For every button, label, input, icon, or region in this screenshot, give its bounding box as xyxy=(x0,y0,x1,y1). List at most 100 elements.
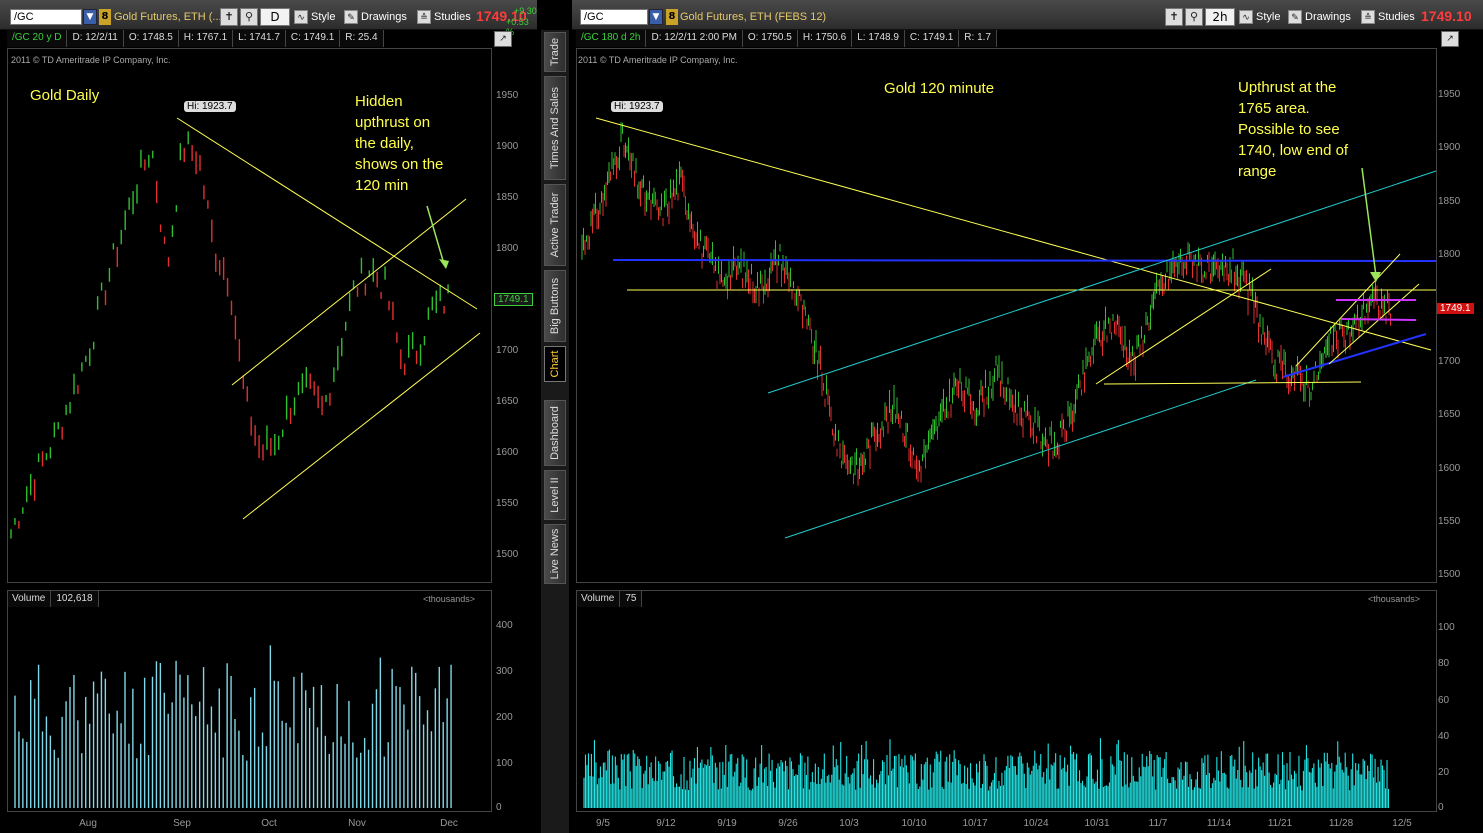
symbol-dropdown-icon[interactable]: ▼ xyxy=(649,9,663,25)
link-group-badge[interactable]: 8 xyxy=(99,9,111,25)
tab-level-ii[interactable]: Level II xyxy=(544,470,566,520)
bar-range: R: 25.4 xyxy=(340,30,384,47)
style-label: Style xyxy=(1256,11,1281,23)
vertical-tab-strip: Trade Times And Sales Active Trader Big … xyxy=(541,30,569,833)
tab-trade[interactable]: Trade xyxy=(544,32,566,72)
trend-line xyxy=(231,198,467,386)
price-tick: 1700 xyxy=(496,345,519,356)
price-tick: 1500 xyxy=(496,549,519,560)
time-tick: 10/3 xyxy=(839,818,859,829)
zoom-icon[interactable]: ⚲ xyxy=(1185,8,1203,26)
time-tick: 10/31 xyxy=(1084,818,1110,829)
volume-tick: 400 xyxy=(496,620,513,631)
chart-spec: /GC 180 d 2h xyxy=(576,30,647,47)
volume-tick: 100 xyxy=(496,758,513,769)
bar-range: R: 1.7 xyxy=(959,30,997,47)
price-tick: 1600 xyxy=(1438,463,1461,474)
tab-active-trader[interactable]: Active Trader xyxy=(544,184,566,266)
style-button[interactable]: ∿ Style xyxy=(1239,9,1280,25)
studies-icon: ≙ xyxy=(417,10,431,25)
chart-toolbar: /GC ▼ 8 Gold Futures, ETH (... ✝ ⚲ D ∿ St… xyxy=(0,0,537,37)
price-tick: 1950 xyxy=(496,90,519,101)
tab-live-news[interactable]: Live News xyxy=(544,524,566,584)
time-tick: 11/28 xyxy=(1328,818,1354,829)
change-absolute: +9.30 xyxy=(514,6,537,16)
tab-times-and-sales[interactable]: Times And Sales xyxy=(544,76,566,180)
volume-tick: 0 xyxy=(496,802,502,813)
price-tick: 1800 xyxy=(1438,249,1461,260)
time-tick: 11/21 xyxy=(1267,818,1293,829)
style-icon: ∿ xyxy=(294,10,308,25)
bar-info-strip: /GC 20 y D D: 12/2/11 O: 1748.5 H: 1767.… xyxy=(7,30,384,47)
trend-line xyxy=(612,259,1437,262)
studies-button[interactable]: ≙ Studies xyxy=(417,9,471,25)
crosshair-icon[interactable]: ✝ xyxy=(220,8,238,26)
studies-button[interactable]: ≙ Studies xyxy=(1361,9,1415,25)
drawings-button[interactable]: ✎ Drawings xyxy=(344,9,407,25)
volume-tick: 20 xyxy=(1438,767,1450,778)
chart-settings-icon[interactable]: ↗ xyxy=(1441,31,1459,47)
time-tick: 10/24 xyxy=(1023,818,1049,829)
symbol-dropdown-icon[interactable]: ▼ xyxy=(83,9,97,25)
trend-line xyxy=(595,117,1432,351)
symbol-input[interactable]: /GC xyxy=(10,9,82,25)
aggregation-selector[interactable]: 2h xyxy=(1205,8,1235,26)
price-tick: 1600 xyxy=(496,447,519,458)
volume-tick: 60 xyxy=(1438,695,1450,706)
drawings-button[interactable]: ✎ Drawings xyxy=(1288,9,1351,25)
chart-spec: /GC 20 y D xyxy=(7,30,68,47)
volume-tick: 40 xyxy=(1438,731,1450,742)
current-price-tag: 1749.1 xyxy=(1437,303,1474,314)
bar-open: O: 1750.5 xyxy=(742,30,798,47)
price-tick: 1700 xyxy=(1438,356,1461,367)
time-tick: Dec xyxy=(440,818,458,829)
studies-icon: ≙ xyxy=(1361,10,1375,25)
trend-line xyxy=(176,117,478,310)
price-tick: 1650 xyxy=(1438,409,1461,420)
bar-close: C: 1749.1 xyxy=(904,30,960,47)
symbol-input[interactable]: /GC xyxy=(580,9,648,25)
tab-dashboard[interactable]: Dashboard xyxy=(544,400,566,466)
volume-axis: 100 80 60 40 20 0 xyxy=(1438,590,1478,813)
time-tick: Nov xyxy=(348,818,366,829)
bar-date: D: 12/2/11 xyxy=(67,30,124,47)
time-tick: 10/10 xyxy=(901,818,927,829)
chart-settings-icon[interactable]: ↗ xyxy=(494,31,512,47)
drawings-label: Drawings xyxy=(1305,11,1351,23)
daily-chart-window: /GC ▼ 8 Gold Futures, ETH (... ✝ ⚲ D ∿ St… xyxy=(0,0,537,833)
trend-line xyxy=(1282,333,1427,378)
style-button[interactable]: ∿ Style xyxy=(294,9,335,25)
price-tick: 1850 xyxy=(496,192,519,203)
crosshair-icon[interactable]: ✝ xyxy=(1165,8,1183,26)
bar-date: D: 12/2/11 2:00 PM xyxy=(646,30,743,47)
price-axis: 1950 1900 1850 1800 1750 1700 1650 1600 … xyxy=(1438,48,1480,583)
studies-label: Studies xyxy=(1378,11,1415,23)
time-tick: 9/26 xyxy=(778,818,798,829)
style-icon: ∿ xyxy=(1239,10,1253,25)
price-tick: 1850 xyxy=(1438,196,1461,207)
tab-big-buttons[interactable]: Big Buttons xyxy=(544,270,566,342)
time-tick: 11/14 xyxy=(1206,818,1232,829)
time-axis: Aug Sep Oct Nov Dec xyxy=(7,818,492,832)
time-tick: Sep xyxy=(173,818,191,829)
time-tick: Aug xyxy=(79,818,97,829)
intraday-chart-window: /GC ▼ 8 Gold Futures, ETH (FEBS 12) ✝ ⚲ … xyxy=(572,0,1483,833)
time-tick: 11/7 xyxy=(1148,818,1168,829)
current-price-tag: 1749.1 xyxy=(494,293,533,306)
aggregation-selector[interactable]: D xyxy=(260,8,290,26)
price-tick: 1550 xyxy=(496,498,519,509)
price-tick: 1650 xyxy=(496,396,519,407)
volume-tick: 300 xyxy=(496,666,513,677)
bars-group xyxy=(581,122,1391,486)
bar-info-strip: /GC 180 d 2h D: 12/2/11 2:00 PM O: 1750.… xyxy=(576,30,997,47)
studies-label: Studies xyxy=(434,11,471,23)
volume-tick: 200 xyxy=(496,712,513,723)
tab-chart[interactable]: Chart xyxy=(544,346,566,382)
trend-line xyxy=(1340,318,1417,321)
price-tick: 1800 xyxy=(496,243,519,254)
volume-axis: 400 300 200 100 0 xyxy=(496,590,536,813)
link-group-badge[interactable]: 8 xyxy=(666,9,678,25)
zoom-icon[interactable]: ⚲ xyxy=(240,8,258,26)
style-label: Style xyxy=(311,11,336,23)
volume-tick: 100 xyxy=(1438,622,1455,633)
